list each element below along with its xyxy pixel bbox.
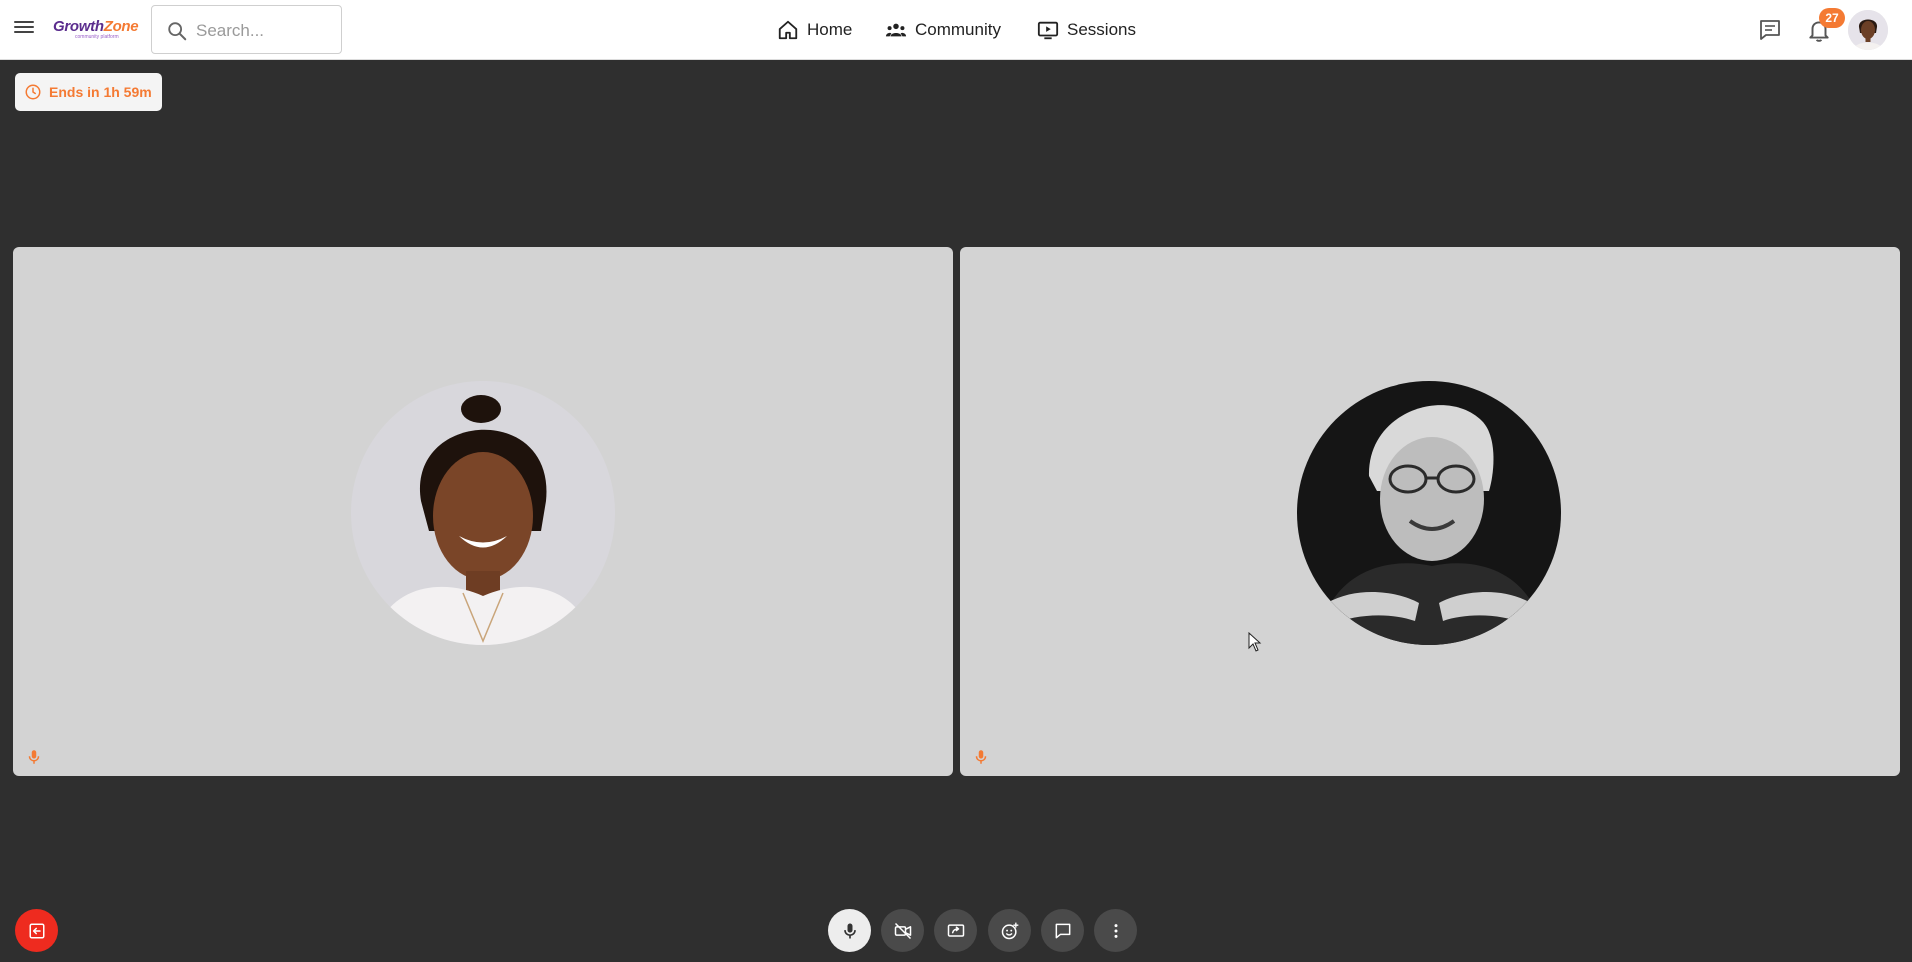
mouse-cursor-icon xyxy=(1248,632,1262,652)
session-timer-text: Ends in 1h 59m xyxy=(49,84,152,100)
leave-session-button[interactable] xyxy=(15,909,58,952)
participant-tile[interactable] xyxy=(13,247,953,776)
session-timer: Ends in 1h 59m xyxy=(15,73,162,111)
participant-man-avatar xyxy=(1297,381,1561,645)
nav-community[interactable]: Community xyxy=(885,0,1001,60)
search-input[interactable] xyxy=(196,19,331,43)
reaction-icon xyxy=(1001,922,1018,939)
chat-icon xyxy=(1055,923,1070,938)
nav-home[interactable]: Home xyxy=(777,0,852,60)
share-screen-button[interactable] xyxy=(934,909,977,952)
sessions-icon xyxy=(1037,21,1059,40)
participant-tile[interactable] xyxy=(960,247,1900,776)
search-box[interactable] xyxy=(151,5,342,54)
growthzone-logo[interactable]: GrowthZone community platform xyxy=(53,19,139,43)
home-icon xyxy=(778,20,798,40)
nav-community-label: Community xyxy=(915,20,1001,39)
more-icon xyxy=(1114,923,1117,938)
clock-icon xyxy=(25,84,41,100)
user-avatar[interactable] xyxy=(1848,10,1888,50)
notifications-count-badge: 27 xyxy=(1819,8,1845,28)
mic-icon xyxy=(843,923,856,938)
toggle-camera-button[interactable] xyxy=(881,909,924,952)
toggle-microphone-button[interactable] xyxy=(828,909,871,952)
chat-button[interactable] xyxy=(1041,909,1084,952)
screen-share-icon xyxy=(947,923,964,937)
more-options-button[interactable] xyxy=(1094,909,1137,952)
community-icon xyxy=(885,23,907,37)
messages-icon[interactable] xyxy=(1758,18,1782,42)
hamburger-menu-icon[interactable] xyxy=(14,18,36,40)
nav-sessions[interactable]: Sessions xyxy=(1037,0,1136,60)
mic-icon xyxy=(28,750,40,764)
mic-icon xyxy=(975,750,987,764)
search-icon xyxy=(168,22,187,41)
participant-woman-avatar xyxy=(351,381,615,645)
reactions-button[interactable] xyxy=(988,909,1031,952)
top-navigation-bar: GrowthZone community platform Home Commu… xyxy=(0,0,1912,60)
nav-home-label: Home xyxy=(807,20,853,39)
camera-off-icon xyxy=(894,922,911,939)
exit-icon xyxy=(29,923,44,938)
nav-sessions-label: Sessions xyxy=(1067,20,1136,39)
